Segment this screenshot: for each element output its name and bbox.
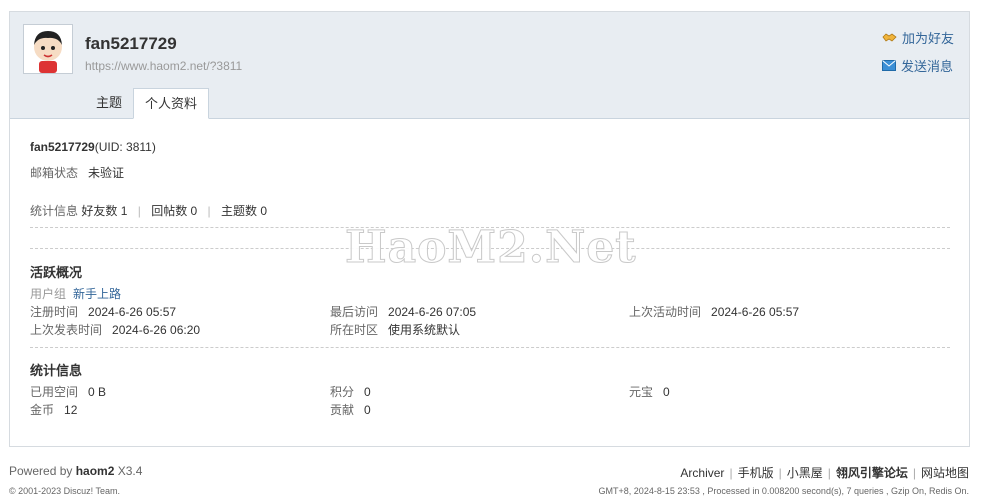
- powered-by: Powered by haom2 X3.4: [9, 464, 142, 478]
- space-label: 已用空间: [30, 385, 79, 399]
- last-active-label: 上次活动时间: [629, 305, 702, 319]
- space-value: 0 B: [88, 385, 107, 399]
- footer-link-forum[interactable]: 翎风引擎论坛: [836, 466, 908, 480]
- separator: |: [729, 466, 733, 480]
- site-watermark: HaoM2.Net: [345, 222, 637, 274]
- separator: |: [207, 204, 211, 218]
- tab-threads[interactable]: 主题: [85, 88, 133, 117]
- send-message-label: 发送消息: [900, 58, 953, 74]
- timezone-label: 所在时区: [330, 323, 379, 337]
- footer-link-sitemap[interactable]: 网站地图: [921, 466, 969, 480]
- profile-actions: 加为好友 发送消息: [881, 28, 954, 84]
- email-status-line: 邮箱状态 未验证: [30, 164, 124, 181]
- copyright: © 2001-2023 Discuz! Team.: [9, 486, 121, 496]
- profile-tabs: 主题 个人资料: [85, 88, 210, 119]
- separator: |: [912, 466, 916, 480]
- replies-count-link[interactable]: 回帖数 0: [151, 204, 197, 218]
- separator: |: [137, 204, 141, 218]
- handshake-icon: [882, 32, 897, 42]
- divider: [30, 347, 950, 348]
- email-status-label: 邮箱状态: [30, 166, 79, 180]
- footer-link-mobile[interactable]: 手机版: [738, 466, 774, 480]
- powered-brand-link[interactable]: haom2: [76, 464, 115, 478]
- contribution-value: 0: [364, 403, 371, 417]
- points-value: 0: [364, 385, 371, 399]
- detail-username: fan5217729: [30, 140, 95, 154]
- usergroup-line: 用户组 新手上路: [30, 285, 121, 302]
- stats-heading: 统计信息: [30, 363, 83, 378]
- last-post-line: 上次发表时间 2024-6-26 06:20: [30, 321, 200, 338]
- footer-link-darkroom[interactable]: 小黑屋: [787, 466, 823, 480]
- contribution-line: 贡献 0: [330, 401, 371, 418]
- last-active-value: 2024-6-26 05:57: [711, 305, 800, 319]
- last-post-label: 上次发表时间: [30, 323, 103, 337]
- server-stats: GMT+8, 2024-8-15 23:53 , Processed in 0.…: [598, 486, 969, 496]
- name-uid-line: fan5217729(UID: 3811): [30, 140, 156, 154]
- space-line: 已用空间 0 B: [30, 383, 106, 400]
- powered-version: X3.4: [114, 464, 143, 478]
- reg-time-value: 2024-6-26 05:57: [88, 305, 177, 319]
- send-message-button[interactable]: 发送消息: [881, 56, 954, 74]
- stats-summary-label: 统计信息: [30, 204, 79, 218]
- last-visit-value: 2024-6-26 07:05: [388, 305, 477, 319]
- add-friend-button[interactable]: 加为好友: [882, 28, 954, 46]
- usergroup-label: 用户组: [30, 287, 67, 301]
- separator: |: [778, 466, 782, 480]
- points-label: 积分: [330, 385, 355, 399]
- last-visit-line: 最后访问 2024-6-26 07:05: [330, 303, 476, 320]
- email-status-value: 未验证: [88, 166, 125, 180]
- avatar-cartoon-icon: [24, 25, 72, 73]
- gold-value: 12: [64, 403, 78, 417]
- last-active-line: 上次活动时间 2024-6-26 05:57: [629, 303, 799, 320]
- gold-line: 金币 12: [30, 401, 77, 418]
- threads-count-link[interactable]: 主题数 0: [221, 204, 267, 218]
- profile-header: fan5217729 https://www.haom2.net/?3811 加…: [10, 12, 969, 119]
- add-friend-label: 加为好友: [901, 30, 954, 46]
- friends-count-link[interactable]: 好友数 1: [81, 204, 127, 218]
- footer-links: Archiver | 手机版 | 小黑屋 | 翎风引擎论坛 | 网站地图: [680, 464, 969, 481]
- tab-profile[interactable]: 个人资料: [133, 88, 210, 119]
- footer-link-archiver[interactable]: Archiver: [680, 466, 724, 480]
- avatar[interactable]: [23, 24, 73, 74]
- last-post-value: 2024-6-26 06:20: [112, 323, 201, 337]
- activity-heading: 活跃概况: [30, 265, 83, 280]
- points-line: 积分 0: [330, 383, 371, 400]
- last-visit-label: 最后访问: [330, 305, 379, 319]
- stats-summary-line: 统计信息 好友数 1 | 回帖数 0 | 主题数 0: [30, 202, 267, 219]
- separator: |: [827, 466, 831, 480]
- uid-text: (UID: 3811): [94, 140, 156, 154]
- top-strip: [0, 0, 990, 4]
- contribution-label: 贡献: [330, 403, 355, 417]
- reg-time-line: 注册时间 2024-6-26 05:57: [30, 303, 176, 320]
- yuanbao-value: 0: [663, 385, 670, 399]
- powered-prefix: Powered by: [9, 464, 76, 478]
- profile-username: fan5217729: [85, 34, 177, 53]
- timezone-line: 所在时区 使用系统默认: [330, 321, 460, 338]
- envelope-icon: [881, 59, 896, 71]
- reg-time-label: 注册时间: [30, 305, 79, 319]
- gold-label: 金币: [30, 403, 55, 417]
- profile-url[interactable]: https://www.haom2.net/?3811: [85, 59, 242, 73]
- yuanbao-label: 元宝: [629, 385, 654, 399]
- yuanbao-line: 元宝 0: [629, 383, 670, 400]
- usergroup-value[interactable]: 新手上路: [73, 287, 121, 301]
- timezone-value: 使用系统默认: [388, 323, 461, 337]
